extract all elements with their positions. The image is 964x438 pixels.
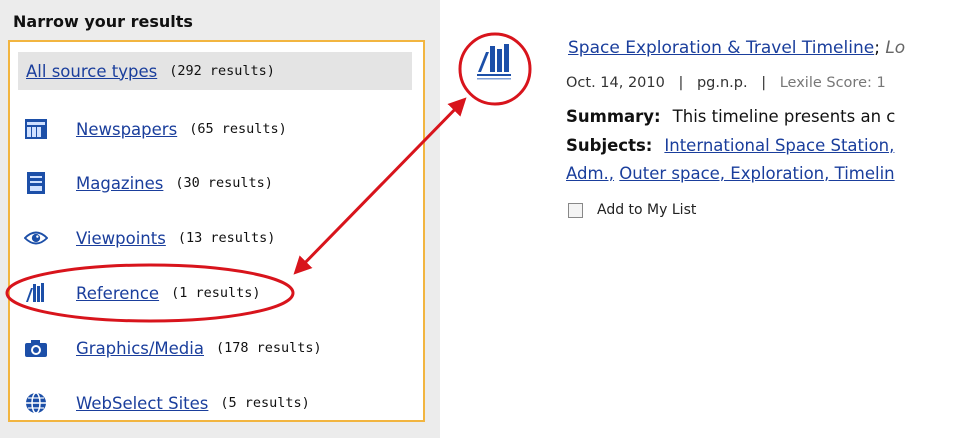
facet-count: (65 results) <box>189 121 287 137</box>
newspaper-icon <box>24 118 48 140</box>
result-title-link[interactable]: Space Exploration & Travel Timeline <box>568 38 874 58</box>
eye-icon <box>24 227 48 249</box>
summary-label: Summary: <box>566 107 661 126</box>
facet-webselect-sites[interactable]: WebSelect Sites (5 results) <box>10 386 310 420</box>
add-to-my-list[interactable]: Add to My List <box>568 202 696 218</box>
facet-label[interactable]: Magazines <box>76 174 163 193</box>
facet-all-source-types[interactable]: All source types (292 results) <box>18 52 412 90</box>
result-date: Oct. 14, 2010 <box>566 75 665 91</box>
result-subjects-continued: Adm., Outer space, Exploration, Timelin <box>566 164 895 183</box>
result-page: pg.n.p. <box>696 75 748 91</box>
facet-graphics-media[interactable]: Graphics/Media (178 results) <box>10 331 322 365</box>
subjects-label: Subjects: <box>566 136 653 155</box>
facet-label[interactable]: Graphics/Media <box>76 339 204 358</box>
facet-count: (1 results) <box>171 285 261 301</box>
facet-count: (5 results) <box>220 395 310 411</box>
meta-divider: | <box>678 75 684 91</box>
add-to-list-checkbox[interactable] <box>568 202 583 218</box>
result-subjects: Subjects: International Space Station, <box>566 136 894 155</box>
subject-link[interactable]: Adm., <box>566 164 614 183</box>
facet-label[interactable]: Reference <box>76 284 159 303</box>
result-summary: Summary: This timeline presents an c <box>566 107 895 126</box>
facet-label[interactable]: All source types <box>26 62 157 81</box>
globe-icon <box>24 392 48 414</box>
facet-count: (178 results) <box>215 340 322 356</box>
result-source-name: Lo <box>885 38 906 58</box>
narrow-results-panel: Narrow your results All source types (29… <box>0 0 440 438</box>
facet-reference[interactable]: Reference (1 results) <box>10 276 261 310</box>
meta-divider: | <box>761 75 767 91</box>
result-lexile: Lexile Score: 1 <box>779 75 886 91</box>
add-to-list-label: Add to My List <box>597 202 697 218</box>
reference-books-icon <box>24 282 48 304</box>
result-meta: Oct. 14, 2010 | pg.n.p. | Lexile Score: … <box>566 75 886 91</box>
facet-count: (13 results) <box>177 230 276 246</box>
facet-magazines[interactable]: Magazines (30 results) <box>10 166 273 200</box>
source-type-facet-box: All source types (292 results) Newspaper… <box>8 40 425 422</box>
magazine-icon <box>24 172 48 194</box>
camera-icon <box>24 337 48 359</box>
facet-count: (292 results) <box>169 63 275 79</box>
facet-viewpoints[interactable]: Viewpoints (13 results) <box>10 221 275 255</box>
result-title-separator: ; <box>874 38 880 58</box>
facet-label[interactable]: WebSelect Sites <box>76 394 208 413</box>
reference-type-icon <box>466 30 524 92</box>
subject-link[interactable]: Outer space, Exploration, Timelin <box>619 164 894 183</box>
crop-edge-fade <box>952 0 964 240</box>
summary-text: This timeline presents an c <box>672 107 896 126</box>
result-title-row: Space Exploration & Travel Timeline; Lo <box>568 38 905 58</box>
facet-count: (30 results) <box>175 175 273 191</box>
narrow-results-heading: Narrow your results <box>13 12 193 31</box>
facet-newspapers[interactable]: Newspapers (65 results) <box>10 112 287 146</box>
facet-label[interactable]: Viewpoints <box>76 229 166 248</box>
facet-label[interactable]: Newspapers <box>76 120 177 139</box>
subject-link[interactable]: International Space Station, <box>664 136 894 155</box>
